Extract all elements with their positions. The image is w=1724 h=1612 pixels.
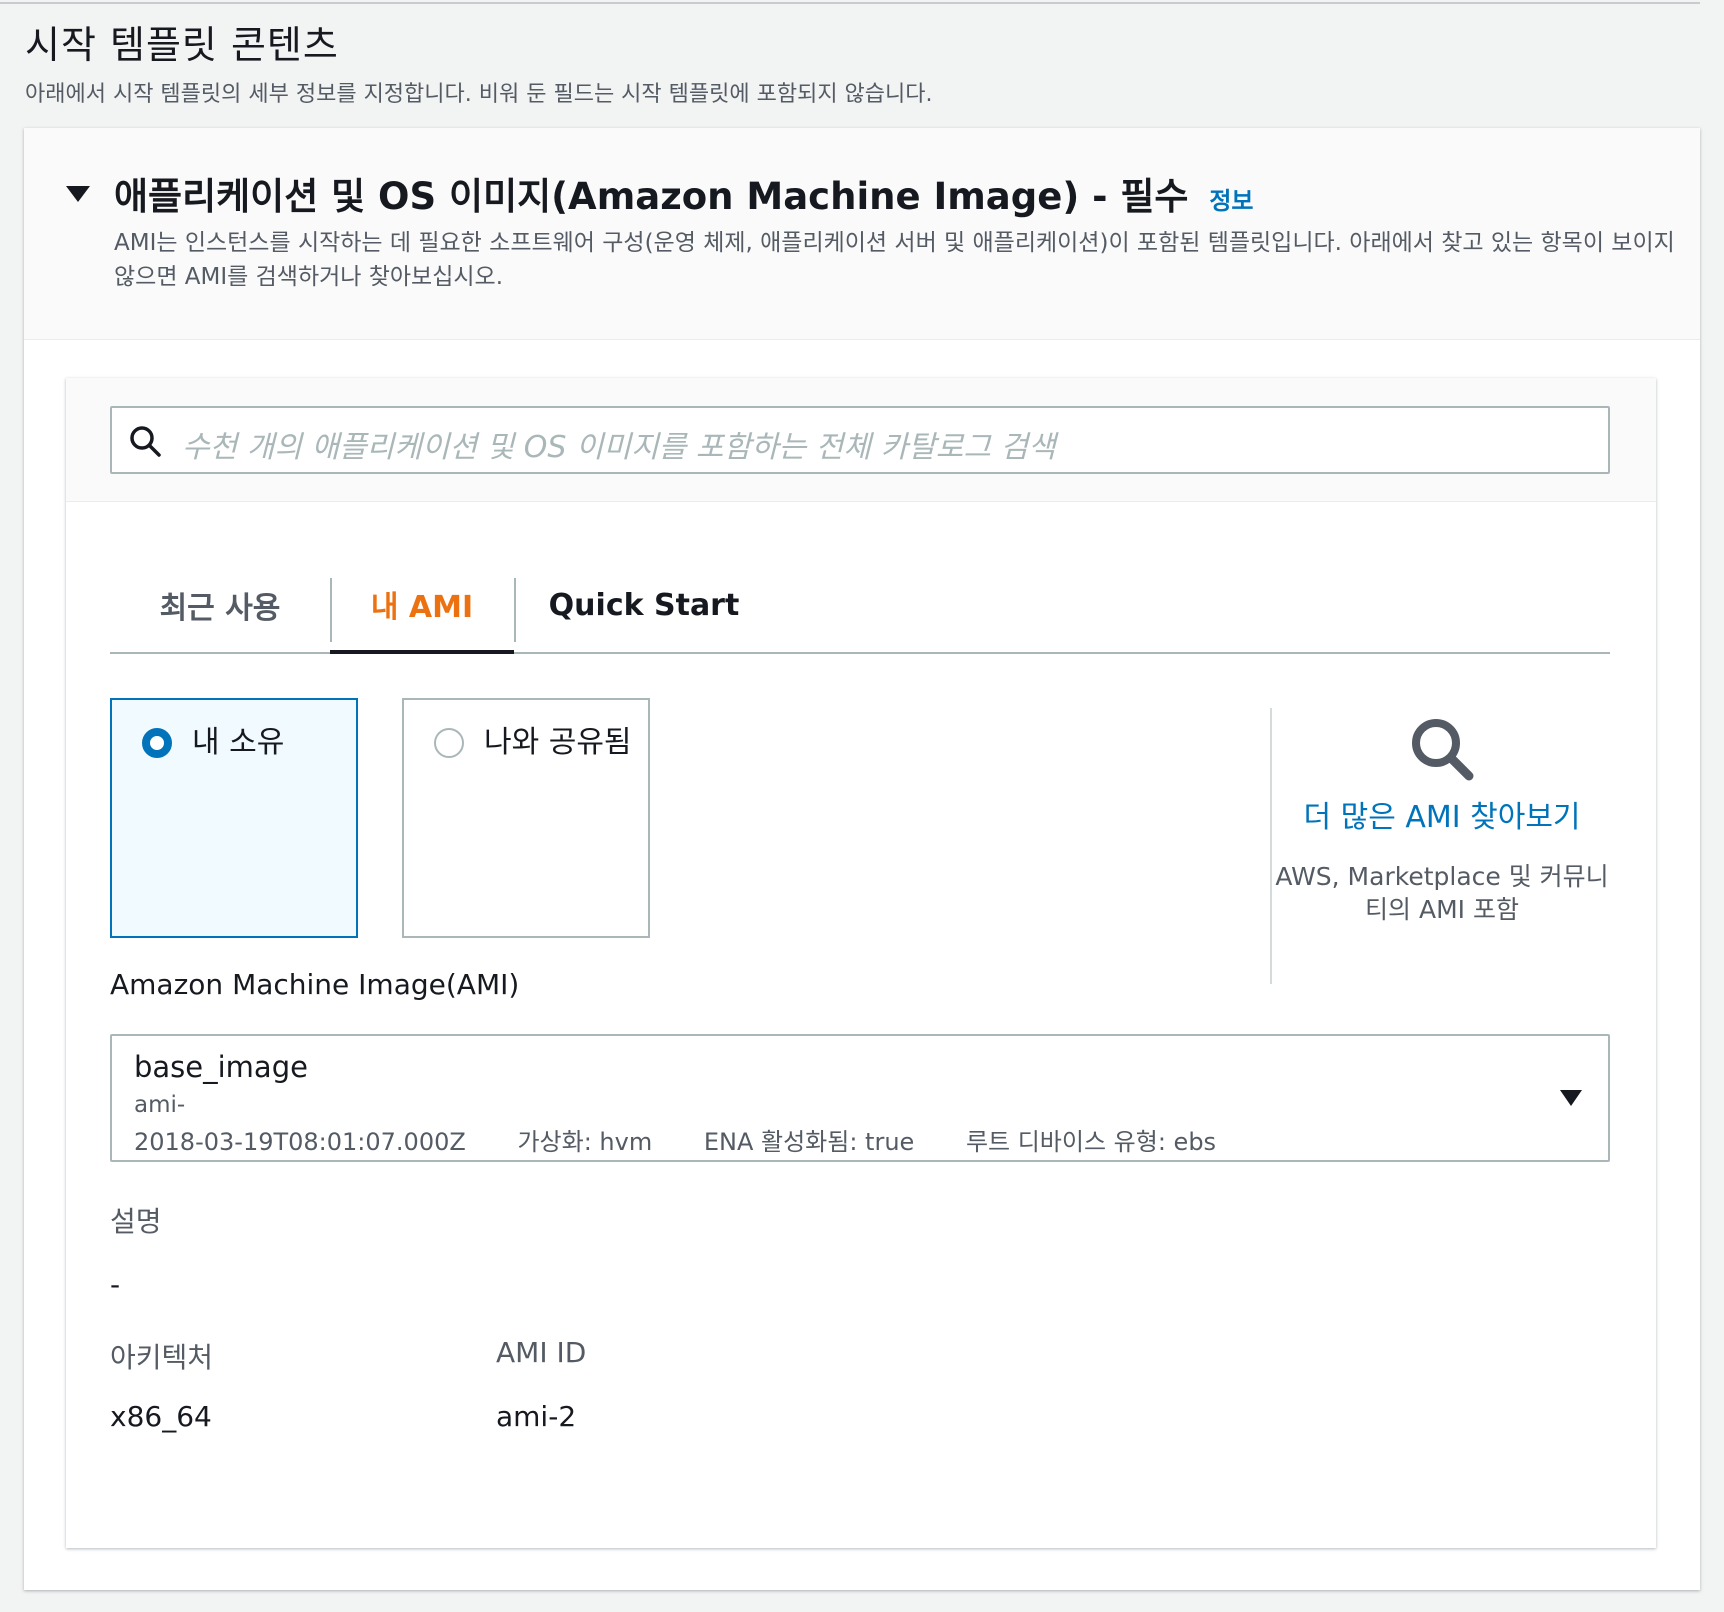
tab-quick-start[interactable]: Quick Start	[514, 558, 774, 652]
description-value: -	[110, 1268, 121, 1301]
catalog-search-input[interactable]: 수천 개의 애플리케이션 및 OS 이미지를 포함하는 전체 카탈로그 검색	[110, 406, 1610, 474]
radio-selected-icon[interactable]	[142, 728, 172, 758]
section-title[interactable]: 애플리케이션 및 OS 이미지(Amazon Machine Image) - …	[114, 166, 1254, 220]
section-description: AMI는 인스턴스를 시작하는 데 필요한 소프트웨어 구성(운영 체제, 애플…	[114, 230, 1675, 290]
ami-selector-container: 수천 개의 애플리케이션 및 OS 이미지를 포함하는 전체 카탈로그 검색 최…	[66, 378, 1656, 1548]
section-header: 애플리케이션 및 OS 이미지(Amazon Machine Image) - …	[24, 128, 1700, 340]
search-area: 수천 개의 애플리케이션 및 OS 이미지를 포함하는 전체 카탈로그 검색	[66, 378, 1656, 502]
ami-field-label: Amazon Machine Image(AMI)	[110, 968, 520, 1001]
architecture-label: 아키텍처	[110, 1341, 214, 1374]
ami-select[interactable]: base_image ami- 2018-03-19T08:01:07.000Z…	[110, 1034, 1610, 1162]
radio-unselected-icon[interactable]	[434, 728, 464, 758]
shared-with-me-tile[interactable]: 나와 공유됨	[402, 698, 650, 938]
dropdown-caret-icon[interactable]	[1560, 1090, 1582, 1106]
search-placeholder: 수천 개의 애플리케이션 및 OS 이미지를 포함하는 전체 카탈로그 검색	[182, 430, 1056, 465]
browse-more-amis-link[interactable]: 더 많은 AMI 찾아보기	[1272, 796, 1612, 840]
owned-by-me-label: 내 소유	[192, 725, 285, 760]
ami-section-panel: 애플리케이션 및 OS 이미지(Amazon Machine Image) - …	[24, 128, 1700, 1590]
collapse-caret-icon[interactable]	[66, 186, 90, 202]
ami-id-prefix: ami-	[134, 1092, 186, 1118]
browse-more-amis: 더 많은 AMI 찾아보기 AWS, Marketplace 및 커뮤니티의 A…	[1272, 708, 1612, 926]
page-title: 시작 템플릿 콘텐츠	[25, 23, 339, 67]
section-title-text: 애플리케이션 및 OS 이미지(Amazon Machine Image) - …	[114, 175, 1189, 218]
ami-metadata: 2018-03-19T08:01:07.000Z 가상화: hvm ENA 활성…	[134, 1122, 1260, 1157]
search-icon	[130, 426, 161, 457]
ami-id-label: AMI ID	[496, 1336, 587, 1369]
browse-search-icon[interactable]	[1405, 712, 1479, 786]
top-divider	[0, 0, 1700, 4]
ami-created-date: 2018-03-19T08:01:07.000Z	[134, 1128, 466, 1156]
shared-with-me-label: 나와 공유됨	[484, 725, 632, 760]
owned-by-me-tile[interactable]: 내 소유	[110, 698, 358, 938]
ami-root-device: 루트 디바이스 유형: ebs	[965, 1128, 1217, 1156]
description-label: 설명	[110, 1205, 162, 1238]
architecture-value: x86_64	[110, 1400, 212, 1433]
ami-virtualization: 가상화: hvm	[517, 1128, 653, 1156]
browse-note: AWS, Marketplace 및 커뮤니티의 AMI 포함	[1275, 862, 1609, 924]
page-description: 아래에서 시작 템플릿의 세부 정보를 지정합니다. 비워 둔 필드는 시작 템…	[25, 82, 933, 107]
ami-name: base_image	[134, 1050, 308, 1084]
tab-recent[interactable]: 최근 사용	[110, 558, 330, 652]
tab-my-ami[interactable]: 내 AMI	[330, 558, 514, 654]
ami-tabs: 최근 사용 내 AMI Quick Start	[110, 558, 1610, 654]
info-link[interactable]: 정보	[1209, 187, 1253, 215]
ami-id-value: ami-2	[496, 1400, 577, 1433]
ami-ena: ENA 활성화됨: true	[703, 1128, 915, 1156]
